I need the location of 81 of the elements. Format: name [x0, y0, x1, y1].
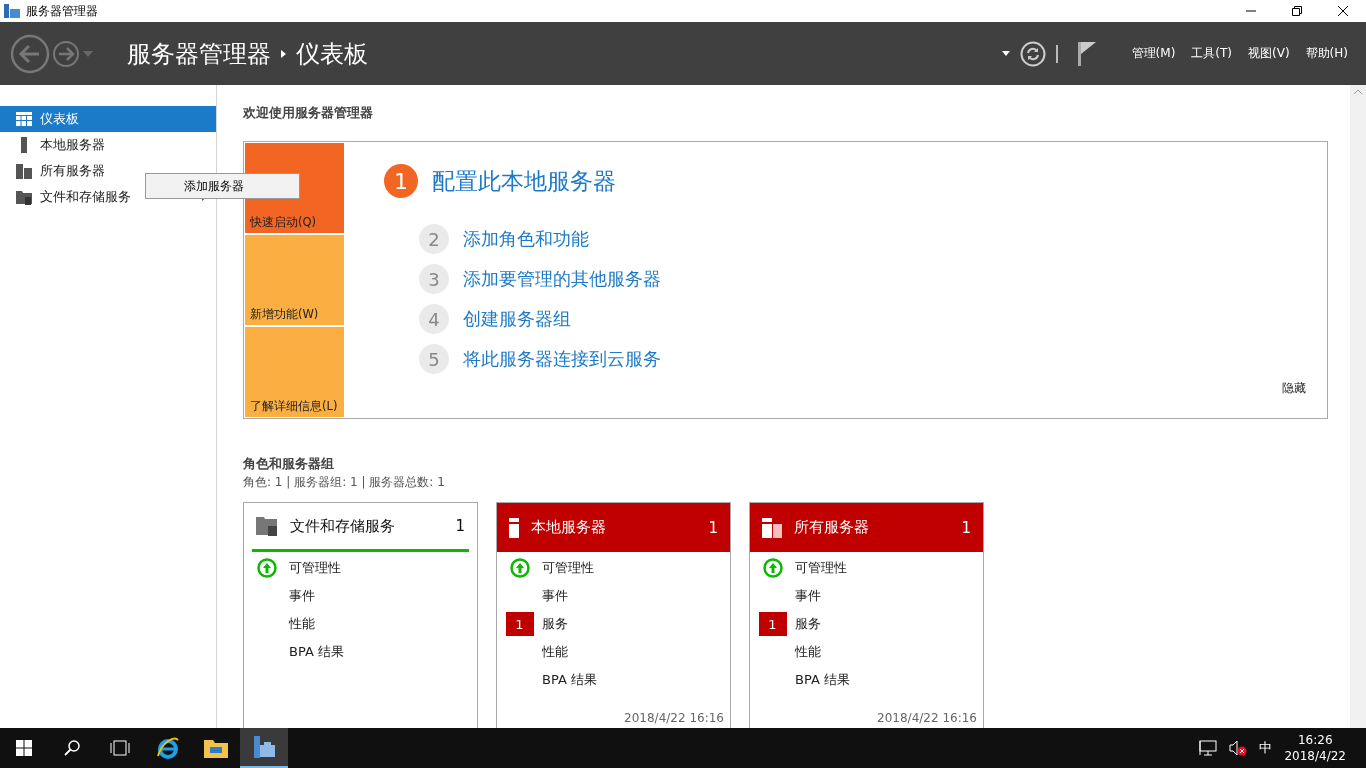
- server-icon: [509, 517, 519, 538]
- menu-item[interactable]: 管理(M): [1123, 45, 1184, 62]
- card-row-link[interactable]: 性能: [289, 615, 315, 633]
- menu-item[interactable]: 帮助(H): [1297, 45, 1356, 62]
- card-row-link[interactable]: 可管理性: [795, 559, 847, 577]
- breadcrumb-item: 仪表板: [296, 38, 368, 70]
- card-row-link[interactable]: BPA 结果: [795, 671, 850, 689]
- folder-icon: [204, 738, 228, 758]
- summary-text: 角色: 1 | 服务器组: 1 | 服务器总数: 1: [243, 474, 446, 491]
- tile[interactable]: 新增功能(W): [245, 235, 344, 325]
- step-link[interactable]: 创建服务器组: [463, 307, 571, 331]
- caret-icon[interactable]: [1001, 51, 1010, 56]
- servers-icon: [16, 163, 32, 179]
- volume-muted-icon[interactable]: [1229, 740, 1248, 756]
- section-title: 欢迎使用服务器管理器: [243, 104, 374, 122]
- windows-logo-icon: [16, 740, 32, 756]
- card-row-link[interactable]: 服务: [542, 615, 568, 633]
- servers-icon: [762, 517, 782, 538]
- server-manager-button[interactable]: [240, 728, 288, 768]
- up-arrow-circle-icon: [256, 558, 277, 578]
- menu-item[interactable]: 视图(V): [1240, 45, 1298, 62]
- breadcrumb-separator-icon: [281, 49, 286, 58]
- step-number: 3: [419, 264, 449, 294]
- tile[interactable]: 了解详细信息(L): [245, 327, 344, 417]
- card-title: 本地服务器: [531, 518, 607, 537]
- step-link[interactable]: 配置此本地服务器: [432, 165, 616, 197]
- step-number: 5: [419, 344, 449, 374]
- server-manager-icon: [252, 735, 276, 759]
- search-icon: [64, 740, 80, 756]
- step-number: 4: [419, 304, 449, 334]
- card-title: 所有服务器: [794, 518, 870, 537]
- card-count: 1: [961, 518, 971, 537]
- card-header[interactable]: 本地服务器 1: [497, 503, 730, 552]
- sidebar-item[interactable]: 本地服务器: [0, 132, 216, 158]
- network-icon[interactable]: [1199, 740, 1218, 756]
- step-link[interactable]: 添加角色和功能: [463, 227, 589, 251]
- step-link[interactable]: 将此服务器连接到云服务: [463, 347, 661, 371]
- grid-icon: [16, 112, 32, 126]
- window-title: 服务器管理器: [26, 2, 99, 20]
- card-row-link[interactable]: 事件: [542, 587, 568, 605]
- timestamp: 2018/4/22 16:16: [877, 711, 977, 725]
- timestamp: 2018/4/22 16:16: [624, 711, 724, 725]
- card-title: 文件和存储服务: [290, 516, 396, 536]
- card-row-link[interactable]: 性能: [542, 643, 568, 661]
- scrollbar[interactable]: [1350, 85, 1366, 728]
- divider-icon: [1055, 44, 1058, 63]
- up-arrow-circle-icon: [762, 558, 783, 578]
- breadcrumb-item[interactable]: 服务器管理器: [127, 37, 271, 70]
- card-row-link[interactable]: 事件: [795, 587, 821, 605]
- card-header[interactable]: 所有服务器 1: [750, 503, 983, 552]
- app-icon: [4, 4, 20, 18]
- card-row-link[interactable]: BPA 结果: [542, 671, 597, 689]
- card-row-link[interactable]: 事件: [289, 587, 315, 605]
- browser-icon: [156, 736, 180, 760]
- flag-icon[interactable]: [1077, 41, 1096, 66]
- folder-icon: [256, 516, 278, 536]
- card-row-link[interactable]: 可管理性: [289, 559, 341, 577]
- card-row-link[interactable]: BPA 结果: [289, 643, 344, 661]
- sidebar-item[interactable]: 仪表板: [0, 106, 216, 132]
- card-row-link[interactable]: 服务: [795, 615, 821, 633]
- clock[interactable]: 16:26 2018/4/22: [1284, 732, 1346, 764]
- card-row-link[interactable]: 可管理性: [542, 559, 594, 577]
- step-number: 1: [384, 164, 418, 198]
- card-count: 1: [455, 517, 465, 535]
- menu-item[interactable]: 工具(T): [1183, 45, 1241, 62]
- refresh-icon[interactable]: [1019, 40, 1046, 67]
- input-method-indicator[interactable]: 中: [1259, 739, 1273, 757]
- restore-icon: [1292, 6, 1302, 16]
- section-title: 角色和服务器组: [243, 455, 335, 473]
- step-number: 2: [419, 224, 449, 254]
- hide-link[interactable]: 隐藏: [1282, 380, 1306, 397]
- folder-icon: [16, 189, 32, 205]
- card-count: 1: [708, 518, 718, 537]
- close-icon: [1338, 6, 1348, 16]
- card-row-link[interactable]: 性能: [795, 643, 821, 661]
- step-link[interactable]: 添加要管理的其他服务器: [463, 267, 661, 291]
- alert-count: 1: [505, 612, 534, 636]
- alert-count: 1: [758, 612, 787, 636]
- menu-item[interactable]: 添加服务器: [146, 174, 299, 198]
- task-view-icon: [110, 740, 130, 756]
- up-arrow-circle-icon: [509, 558, 530, 578]
